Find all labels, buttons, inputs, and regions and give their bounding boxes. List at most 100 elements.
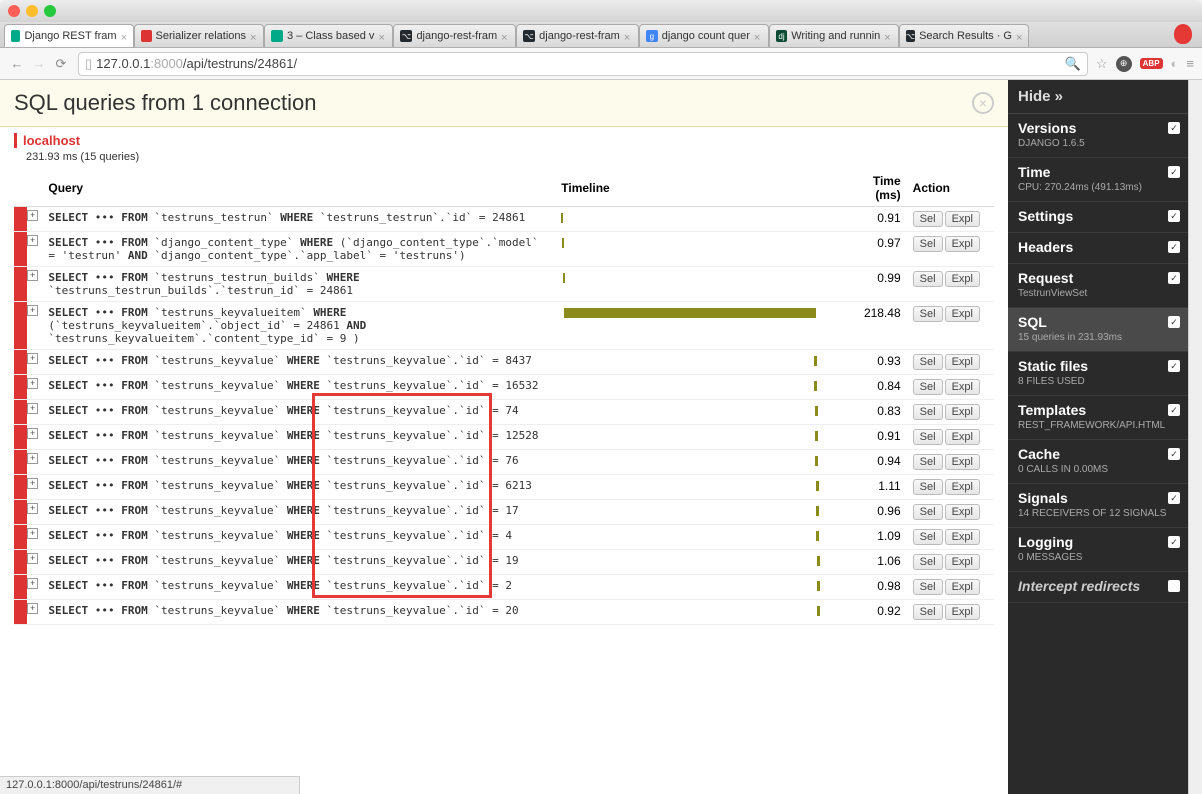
browser-tab[interactable]: ⌥django-rest-fram	[516, 24, 639, 47]
toolbar-panel-versions[interactable]: VersionsDjango 1.6.5✓	[1008, 114, 1188, 158]
expl-button[interactable]: Expl	[945, 554, 980, 570]
sel-button[interactable]: Sel	[913, 404, 943, 420]
expand-row-icon[interactable]: +	[27, 503, 38, 514]
toolbar-panel-static-files[interactable]: Static files8 files used✓	[1008, 352, 1188, 396]
expl-button[interactable]: Expl	[945, 504, 980, 520]
expl-button[interactable]: Expl	[945, 354, 980, 370]
sel-button[interactable]: Sel	[913, 579, 943, 595]
expand-row-icon[interactable]: +	[27, 428, 38, 439]
sel-button[interactable]: Sel	[913, 236, 943, 252]
toolbar-panel-time[interactable]: TimeCPU: 270.24ms (491.13ms)✓	[1008, 158, 1188, 202]
panel-checkbox[interactable]: ✓	[1168, 360, 1180, 372]
expand-row-icon[interactable]: +	[27, 603, 38, 614]
window-close-button[interactable]	[8, 5, 20, 17]
expand-row-icon[interactable]: +	[27, 403, 38, 414]
browser-tab[interactable]: gdjango count quer	[639, 24, 769, 47]
expand-row-icon[interactable]: +	[27, 528, 38, 539]
tab-close-icon[interactable]	[250, 32, 257, 40]
tab-close-icon[interactable]	[624, 32, 632, 40]
back-button[interactable]: ←	[8, 55, 26, 73]
search-icon[interactable]: 🔍	[1065, 56, 1081, 72]
expand-row-icon[interactable]: +	[27, 305, 38, 316]
expl-button[interactable]: Expl	[945, 211, 980, 227]
globe-icon[interactable]: ⊕	[1116, 56, 1132, 72]
expand-row-icon[interactable]: +	[27, 210, 38, 221]
panel-checkbox[interactable]: ✓	[1168, 122, 1180, 134]
panel-checkbox[interactable]: ✓	[1168, 316, 1180, 328]
sel-button[interactable]: Sel	[913, 604, 943, 620]
panel-checkbox[interactable]: ✓	[1168, 166, 1180, 178]
expl-button[interactable]: Expl	[945, 579, 980, 595]
panel-checkbox[interactable]: ✓	[1168, 210, 1180, 222]
star-icon[interactable]: ☆	[1096, 56, 1108, 72]
expl-button[interactable]: Expl	[945, 479, 980, 495]
browser-tab[interactable]: 3 – Class based v	[264, 24, 393, 47]
browser-tab[interactable]: Django REST fram	[4, 24, 134, 47]
expand-row-icon[interactable]: +	[27, 453, 38, 464]
sel-button[interactable]: Sel	[913, 529, 943, 545]
toolbar-panel-cache[interactable]: Cache0 calls in 0.00ms✓	[1008, 440, 1188, 484]
abp-icon[interactable]: ABP	[1140, 58, 1163, 69]
expand-row-icon[interactable]: +	[27, 578, 38, 589]
browser-tab[interactable]: ⌥Search Results · G	[899, 24, 1029, 47]
expl-button[interactable]: Expl	[945, 379, 980, 395]
expl-button[interactable]: Expl	[945, 454, 980, 470]
browser-tab[interactable]: ⌥django-rest-fram	[393, 24, 516, 47]
tab-close-icon[interactable]	[378, 32, 386, 40]
toolbar-panel-sql[interactable]: SQL15 queries in 231.93ms✓	[1008, 308, 1188, 352]
extension-icon[interactable]: ◐	[1171, 56, 1179, 71]
tab-close-icon[interactable]	[121, 32, 127, 40]
hide-toolbar-button[interactable]: Hide »	[1008, 80, 1188, 114]
expand-row-icon[interactable]: +	[27, 553, 38, 564]
toolbar-panel-settings[interactable]: Settings✓	[1008, 202, 1188, 233]
toolbar-panel-request[interactable]: RequestTestrunViewSet✓	[1008, 264, 1188, 308]
sel-button[interactable]: Sel	[913, 504, 943, 520]
expl-button[interactable]: Expl	[945, 429, 980, 445]
panel-checkbox[interactable]: ✓	[1168, 404, 1180, 416]
expl-button[interactable]: Expl	[945, 236, 980, 252]
toolbar-panel-intercept-redirects[interactable]: Intercept redirects	[1008, 572, 1188, 603]
expl-button[interactable]: Expl	[945, 604, 980, 620]
expand-row-icon[interactable]: +	[27, 378, 38, 389]
profile-avatar-icon[interactable]	[1174, 24, 1192, 44]
expl-button[interactable]: Expl	[945, 404, 980, 420]
sel-button[interactable]: Sel	[913, 479, 943, 495]
panel-checkbox[interactable]: ✓	[1168, 492, 1180, 504]
sel-button[interactable]: Sel	[913, 354, 943, 370]
forward-button[interactable]: →	[30, 55, 48, 73]
browser-tab[interactable]: djWriting and runnin	[769, 24, 899, 47]
url-bar[interactable]: ▯ 127.0.0.1:8000/api/testruns/24861/ 🔍	[78, 52, 1088, 76]
sel-button[interactable]: Sel	[913, 271, 943, 287]
tab-close-icon[interactable]	[754, 32, 762, 40]
sel-button[interactable]: Sel	[913, 429, 943, 445]
tab-close-icon[interactable]	[1016, 32, 1022, 40]
expl-button[interactable]: Expl	[945, 529, 980, 545]
panel-checkbox[interactable]	[1168, 580, 1180, 592]
sel-button[interactable]: Sel	[913, 554, 943, 570]
scrollbar[interactable]	[1188, 80, 1202, 794]
sel-button[interactable]: Sel	[913, 211, 943, 227]
panel-close-icon[interactable]: ×	[972, 92, 994, 114]
toolbar-panel-signals[interactable]: Signals14 receivers of 12 signals✓	[1008, 484, 1188, 528]
toolbar-panel-logging[interactable]: Logging0 messages✓	[1008, 528, 1188, 572]
window-minimize-button[interactable]	[26, 5, 38, 17]
expand-row-icon[interactable]: +	[27, 353, 38, 364]
tab-close-icon[interactable]	[884, 32, 892, 40]
toolbar-panel-templates[interactable]: Templatesrest_framework/api.html✓	[1008, 396, 1188, 440]
browser-tab[interactable]: Serializer relations	[134, 24, 264, 47]
tab-close-icon[interactable]	[501, 32, 509, 40]
panel-checkbox[interactable]: ✓	[1168, 536, 1180, 548]
expl-button[interactable]: Expl	[945, 306, 980, 322]
panel-checkbox[interactable]: ✓	[1168, 241, 1180, 253]
panel-checkbox[interactable]: ✓	[1168, 272, 1180, 284]
expand-row-icon[interactable]: +	[27, 478, 38, 489]
sel-button[interactable]: Sel	[913, 454, 943, 470]
sel-button[interactable]: Sel	[913, 379, 943, 395]
sel-button[interactable]: Sel	[913, 306, 943, 322]
toolbar-panel-headers[interactable]: Headers✓	[1008, 233, 1188, 264]
expl-button[interactable]: Expl	[945, 271, 980, 287]
panel-checkbox[interactable]: ✓	[1168, 448, 1180, 460]
expand-row-icon[interactable]: +	[27, 270, 38, 281]
expand-row-icon[interactable]: +	[27, 235, 38, 246]
window-maximize-button[interactable]	[44, 5, 56, 17]
